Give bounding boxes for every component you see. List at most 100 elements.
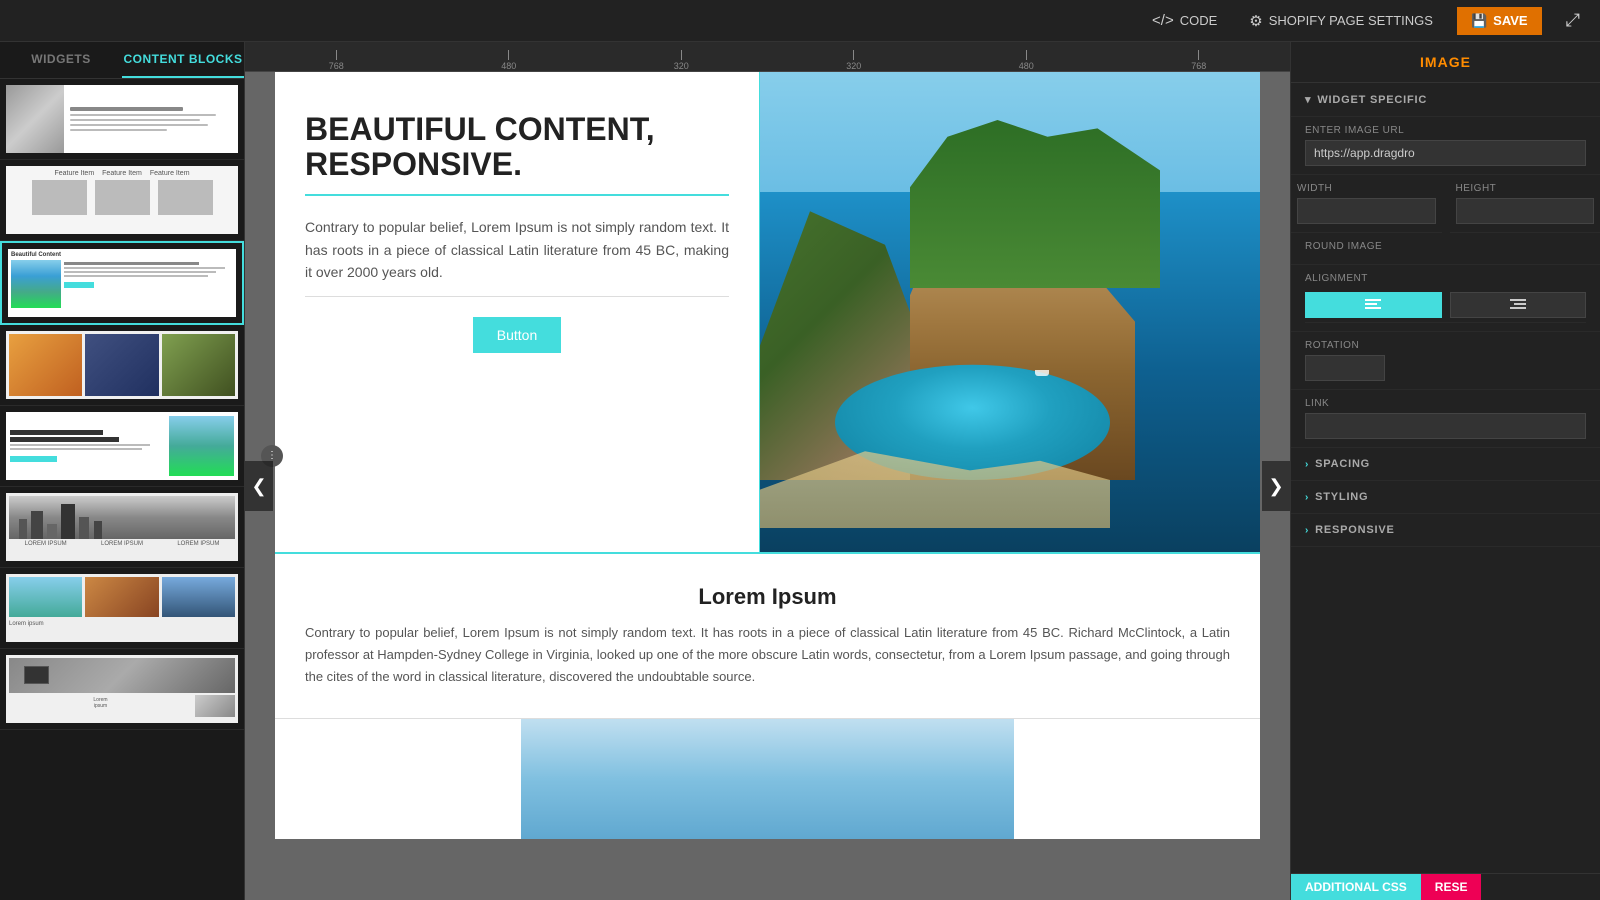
responsive-header[interactable]: › RESPONSIVE xyxy=(1291,514,1600,546)
align-right-button[interactable] xyxy=(1450,292,1587,318)
image-url-input[interactable] xyxy=(1305,140,1586,166)
list-item[interactable] xyxy=(0,406,244,487)
tab-content-blocks[interactable]: CONTENT BLOCKS xyxy=(122,42,244,78)
canvas-area: 768 480 320 320 480 xyxy=(245,42,1290,900)
widget-specific-header[interactable]: ▾ WIDGET SPECIFIC xyxy=(1291,83,1600,117)
spacing-label: SPACING xyxy=(1315,458,1370,470)
ruler-label: 480 xyxy=(501,61,516,71)
right-panel: IMAGE ▾ WIDGET SPECIFIC ENTER IMAGE URL … xyxy=(1290,42,1600,900)
responsive-chevron-icon: › xyxy=(1305,525,1309,536)
list-item[interactable]: Lorem ipsum xyxy=(0,568,244,649)
round-image-field: ROUND IMAGE xyxy=(1291,233,1600,265)
image-url-field: ENTER IMAGE URL xyxy=(1291,117,1600,175)
canvas-nav-right-button[interactable]: ❯ xyxy=(1262,461,1290,511)
code-button[interactable]: </> CODE xyxy=(1144,8,1225,33)
spacing-header[interactable]: › SPACING xyxy=(1291,448,1600,480)
image-url-label: ENTER IMAGE URL xyxy=(1305,125,1586,136)
rotation-label: ROTATION xyxy=(1305,340,1586,351)
tick-line xyxy=(336,50,337,60)
canvas-nav-left-button[interactable]: ❮ xyxy=(245,461,273,511)
expand-button[interactable]: ⤢ xyxy=(1558,6,1588,35)
widget-specific-arrow: ▾ xyxy=(1305,93,1311,106)
save-icon: 💾 xyxy=(1471,13,1487,29)
ruler-label: 768 xyxy=(1191,61,1206,71)
template-thumb-3: Beautiful Content xyxy=(8,249,236,317)
styling-chevron-icon: › xyxy=(1305,492,1309,503)
ruler-tick: 320 xyxy=(846,50,861,71)
template-thumb-7: Lorem ipsum xyxy=(6,574,238,642)
list-item[interactable]: Loremipsum xyxy=(0,649,244,730)
ruler-label: 480 xyxy=(1019,61,1034,71)
ruler-label: 768 xyxy=(329,61,344,71)
link-input[interactable] xyxy=(1305,413,1586,439)
widget-specific-label: WIDGET SPECIFIC xyxy=(1317,94,1427,106)
list-item[interactable]: Feature Item Feature Item Feature Item xyxy=(0,160,244,241)
right-panel-bottom: ADDITIONAL CSS RESE xyxy=(1291,873,1600,900)
round-image-label: ROUND IMAGE xyxy=(1305,241,1586,252)
template-thumb-1 xyxy=(6,85,238,153)
gear-icon: ⚙ xyxy=(1249,12,1262,30)
link-label: LINK xyxy=(1305,398,1586,409)
right-panel-title: IMAGE xyxy=(1291,42,1600,83)
spacing-chevron-icon: › xyxy=(1305,459,1309,470)
template-list: Feature Item Feature Item Feature Item B… xyxy=(0,79,244,900)
save-label: SAVE xyxy=(1493,13,1527,28)
height-input[interactable] xyxy=(1456,198,1595,224)
template-thumb-5 xyxy=(6,412,238,480)
reset-button[interactable]: RESE xyxy=(1421,874,1482,900)
code-icon: </> xyxy=(1152,12,1174,29)
left-tabs: WIDGETS CONTENT BLOCKS xyxy=(0,42,244,79)
width-label: WIDTH xyxy=(1297,183,1436,194)
template-thumb-8: Loremipsum xyxy=(6,655,238,723)
dimensions-row: WIDTH HEIGHT xyxy=(1291,175,1600,233)
width-field: WIDTH xyxy=(1291,175,1442,233)
list-item[interactable] xyxy=(0,79,244,160)
template-thumb-2: Feature Item Feature Item Feature Item xyxy=(6,166,238,234)
lorem-ipsum-section: Lorem Ipsum Contrary to popular belief, … xyxy=(275,554,1260,719)
styling-label: STYLING xyxy=(1315,491,1368,503)
hero-image-container xyxy=(760,72,1260,552)
spacing-section: › SPACING xyxy=(1291,448,1600,481)
tick-line xyxy=(1026,50,1027,60)
tab-widgets[interactable]: WIDGETS xyxy=(0,42,122,78)
template-thumb-4 xyxy=(6,331,238,399)
responsive-section: › RESPONSIVE xyxy=(1291,514,1600,547)
hero-section: ⋮ BEAUTIFUL CONTENT, RESPONSIVE. Contrar… xyxy=(275,72,1260,554)
height-field: HEIGHT xyxy=(1450,175,1600,233)
width-input[interactable] xyxy=(1297,198,1436,224)
ruler-tick: 480 xyxy=(501,50,516,71)
height-label: HEIGHT xyxy=(1456,183,1595,194)
ruler-tick: 320 xyxy=(674,50,689,71)
align-left-button[interactable] xyxy=(1305,292,1442,318)
list-item[interactable]: Beautiful Content xyxy=(0,241,244,325)
section2-heading: Lorem Ipsum xyxy=(305,584,1230,610)
section-bottom-image xyxy=(521,719,1014,839)
save-button[interactable]: 💾 SAVE xyxy=(1457,7,1542,35)
alignment-buttons xyxy=(1305,288,1586,323)
ruler-tick: 480 xyxy=(1019,50,1034,71)
canvas-scroll[interactable]: ❮ ❯ ⋮ BEAUTIFUL CONTENT, RESPONSIVE. Con… xyxy=(245,72,1290,900)
settings-button[interactable]: ⚙ SHOPIFY PAGE SETTINGS xyxy=(1241,8,1441,34)
tick-line xyxy=(853,50,854,60)
hero-button[interactable]: Button xyxy=(473,317,561,353)
tick-line xyxy=(681,50,682,60)
code-label: CODE xyxy=(1180,13,1218,28)
tick-line xyxy=(508,50,509,60)
responsive-label: RESPONSIVE xyxy=(1315,524,1395,536)
rotation-field: ROTATION xyxy=(1291,332,1600,390)
ruler-label: 320 xyxy=(674,61,689,71)
alignment-label: ALIGNMENT xyxy=(1305,273,1586,284)
list-item[interactable] xyxy=(0,325,244,406)
hero-left: BEAUTIFUL CONTENT, RESPONSIVE. Contrary … xyxy=(275,72,760,552)
ruler-label: 320 xyxy=(846,61,861,71)
rotation-input[interactable] xyxy=(1305,355,1385,381)
ruler: 768 480 320 320 480 xyxy=(245,42,1290,72)
styling-header[interactable]: › STYLING xyxy=(1291,481,1600,513)
additional-css-button[interactable]: ADDITIONAL CSS xyxy=(1291,874,1421,900)
styling-section: › STYLING xyxy=(1291,481,1600,514)
alignment-field: ALIGNMENT xyxy=(1291,265,1600,332)
settings-label: SHOPIFY PAGE SETTINGS xyxy=(1269,13,1433,28)
hero-body: Contrary to popular belief, Lorem Ipsum … xyxy=(305,216,729,296)
toolbar: </> CODE ⚙ SHOPIFY PAGE SETTINGS 💾 SAVE … xyxy=(0,0,1600,42)
list-item[interactable]: LOREM IPSUM LOREM IPSUM LOREM IPSUM xyxy=(0,487,244,568)
